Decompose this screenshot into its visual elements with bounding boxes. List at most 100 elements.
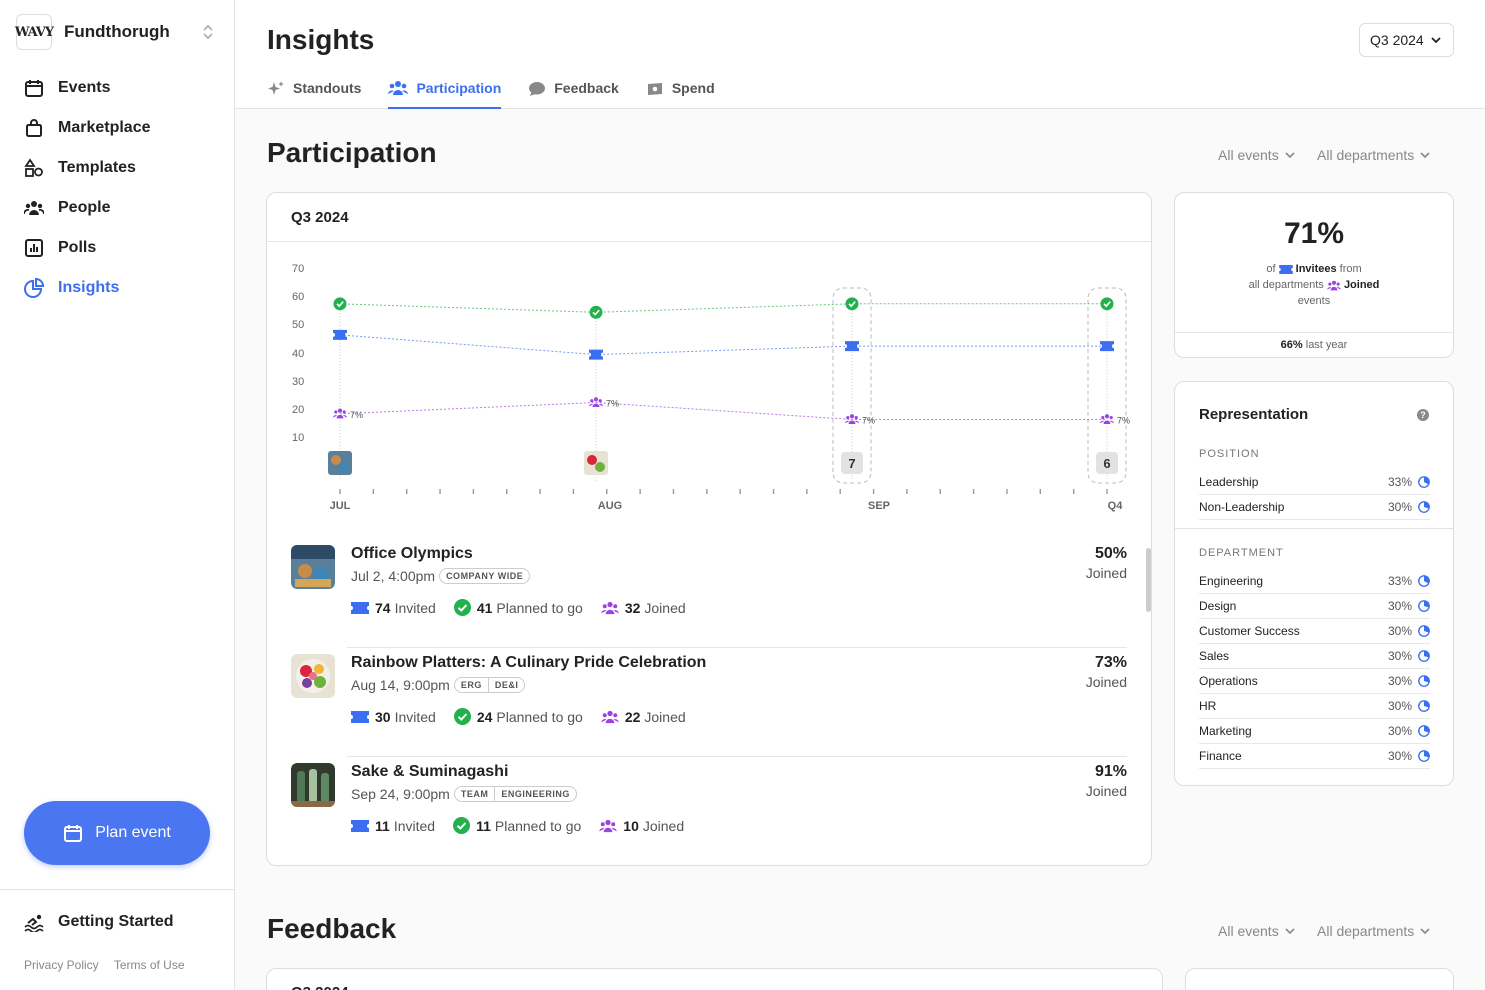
joined-percent-label: 7% <box>862 415 875 425</box>
tab-feedback[interactable]: Feedback <box>528 78 619 109</box>
sidebar-item-marketplace[interactable]: Marketplace <box>0 108 234 148</box>
calendar-icon <box>25 80 43 97</box>
planned-count: 41 <box>476 599 493 616</box>
representation-row-value: 33% <box>1387 475 1412 489</box>
page-header: Insights Q3 2024 Standouts Participation… <box>235 0 1485 109</box>
sidebar-item-label: Marketplace <box>58 119 151 136</box>
chevron-down-icon <box>1420 152 1430 159</box>
sidebar-item-events[interactable]: Events <box>0 68 234 108</box>
departments-filter[interactable]: All departments <box>1317 923 1431 939</box>
event-count-label: 6 <box>1103 456 1110 471</box>
check-circle-icon <box>453 599 471 616</box>
departments-filter[interactable]: All departments <box>1317 147 1431 163</box>
joined-stat: 22 Joined <box>601 709 686 725</box>
pie-progress-icon <box>1418 600 1430 612</box>
org-switcher[interactable]: WAVY Fundthorugh <box>15 14 220 50</box>
representation-row-name: Sales <box>1199 649 1230 663</box>
sidebar-item-people[interactable]: People <box>0 188 234 228</box>
tab-standouts[interactable]: Standouts <box>267 78 361 109</box>
plan-event-label: Plan event <box>95 824 171 841</box>
representation-row: Finance 30% <box>1199 744 1430 769</box>
y-tick-label: 70 <box>292 263 305 275</box>
event-row[interactable]: Rainbow Platters: A Culinary Pride Celeb… <box>291 648 1127 757</box>
sidebar-divider <box>0 889 234 890</box>
planned-point <box>589 305 603 319</box>
participation-title: Participation <box>267 137 437 168</box>
help-icon[interactable]: ? <box>1417 409 1429 421</box>
event-thumbnail-detail <box>595 462 605 472</box>
events-filter[interactable]: All events <box>1218 923 1296 939</box>
invited-stat: 30 Invited <box>351 709 436 725</box>
representation-row: Engineering 33% <box>1199 569 1430 594</box>
chevron-updown-icon[interactable] <box>200 22 216 42</box>
event-row[interactable]: Sake & Suminagashi Sep 24, 9:00pm TEAM E… <box>291 757 1127 866</box>
planned-count: 24 <box>476 708 493 725</box>
sidebar-item-polls[interactable]: Polls <box>0 228 234 268</box>
representation-row-value: 30% <box>1387 649 1412 663</box>
y-tick-label: 10 <box>292 432 305 445</box>
invited-point <box>1100 341 1114 352</box>
tab-label: Participation <box>416 80 502 96</box>
check-circle-icon <box>453 708 471 725</box>
event-tag-group: ERG DE&I <box>453 677 526 693</box>
event-tag: DE&I <box>487 678 525 692</box>
event-thumbnail <box>291 545 335 589</box>
sidebar-item-label: Events <box>58 79 111 96</box>
events-filter[interactable]: All events <box>1218 147 1296 163</box>
chevron-down-icon <box>1431 37 1441 44</box>
planned-label: Planned to go <box>496 708 583 725</box>
event-row[interactable]: Office Olympics Jul 2, 4:00pm COMPANY WI… <box>291 539 1127 648</box>
pie-progress-icon <box>1418 501 1430 513</box>
tab-spend[interactable]: Spend <box>646 78 715 109</box>
department-heading: DEPARTMENT <box>1199 547 1284 559</box>
event-count-label: 7 <box>848 456 855 471</box>
people-icon <box>601 710 619 723</box>
tab-participation[interactable]: Participation <box>388 78 501 109</box>
y-tick-label: 50 <box>292 319 305 332</box>
representation-row-name: Customer Success <box>1199 624 1300 638</box>
representation-row: HR 30% <box>1199 694 1430 719</box>
pie-progress-icon <box>1418 476 1430 488</box>
people-icon <box>601 601 619 614</box>
joined-stat: 10 Joined <box>599 818 684 834</box>
terms-of-use-link[interactable]: Terms of Use <box>114 958 185 972</box>
privacy-policy-link[interactable]: Privacy Policy <box>24 958 99 972</box>
getting-started-link[interactable]: Getting Started <box>24 912 174 932</box>
bar-chart-icon <box>25 239 43 257</box>
page-title: Insights <box>267 24 375 55</box>
joined-label: Joined <box>644 599 686 616</box>
representation-title: Representation <box>1199 406 1309 423</box>
joined-count: 22 <box>624 708 641 725</box>
chart-canvas: 7% 7% 7% 7% 7 6 <box>328 287 1130 494</box>
pie-progress-icon <box>1418 750 1430 762</box>
org-logo: WAVY <box>15 14 54 50</box>
sidebar-nav: Events Marketplace Templates People Poll… <box>0 68 234 308</box>
people-icon <box>24 201 44 215</box>
joined-percent-label: 7% <box>1117 415 1130 425</box>
events-scrollbar[interactable] <box>1146 548 1151 612</box>
shapes-icon <box>24 158 43 177</box>
invited-count: 30 <box>375 708 391 725</box>
x-tick-label: AUG <box>597 500 623 512</box>
sidebar-item-templates[interactable]: Templates <box>0 148 234 188</box>
chevron-down-icon <box>1420 928 1430 935</box>
last-year-comparison: 66% last year <box>1175 332 1453 357</box>
event-stats: 30 Invited 24 Planned to go 22 Joined <box>351 708 704 725</box>
plan-event-button[interactable]: Plan event <box>24 801 210 865</box>
event-stats: 74 Invited 41 Planned to go 32 Joined <box>351 599 704 616</box>
event-date-text: Sep 24, 9:00pm <box>351 786 450 802</box>
desc-joined: Joined <box>1343 279 1380 291</box>
event-tag: ENGINEERING <box>494 787 576 801</box>
pie-progress-icon <box>1418 725 1430 737</box>
sparkles-icon <box>268 81 284 95</box>
tab-label: Standouts <box>293 80 362 96</box>
representation-row: Sales 30% <box>1199 644 1430 669</box>
representation-row-value: 33% <box>1387 574 1412 588</box>
sidebar-item-label: Insights <box>58 279 120 296</box>
representation-row-name: Leadership <box>1199 475 1259 489</box>
sidebar-item-insights[interactable]: Insights <box>0 268 234 308</box>
quarter-select[interactable]: Q3 2024 <box>1359 23 1454 57</box>
event-title: Office Olympics <box>351 545 473 562</box>
representation-row-value: 30% <box>1387 500 1412 514</box>
representation-row: Customer Success 30% <box>1199 619 1430 644</box>
